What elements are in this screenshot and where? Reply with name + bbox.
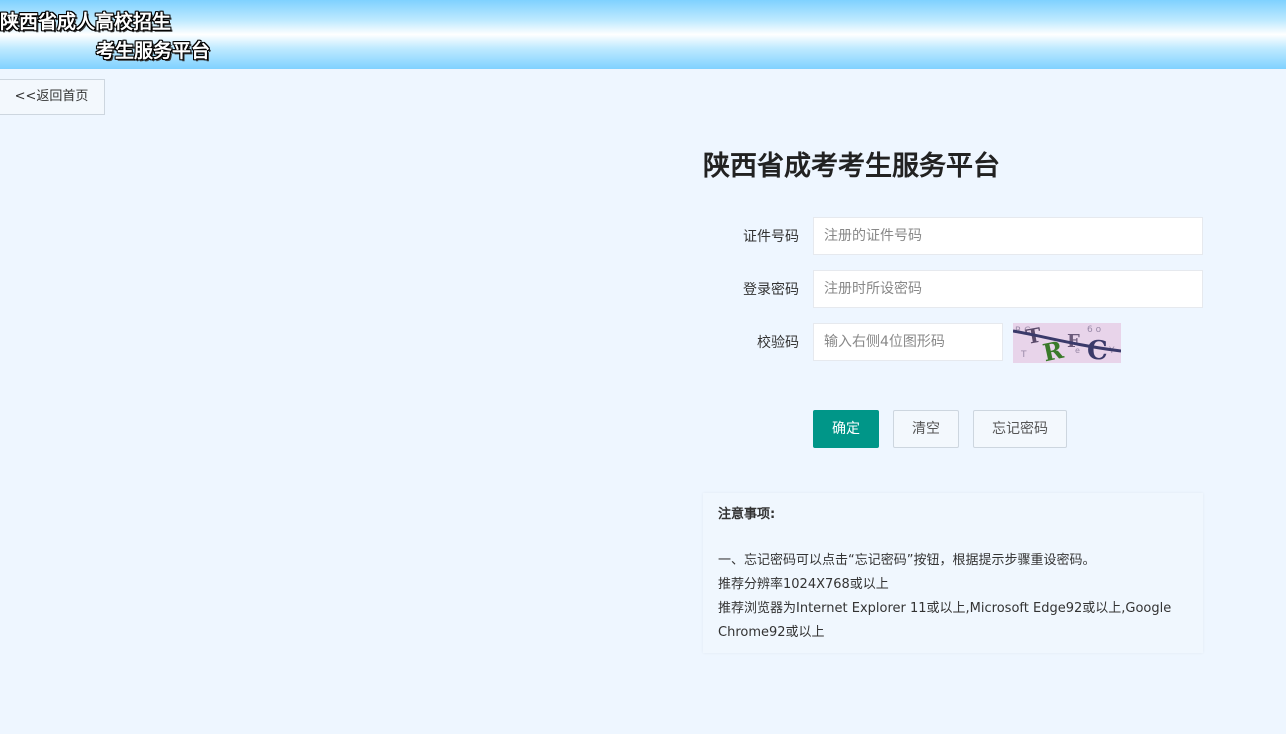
notice-title: 注意事项: (718, 507, 776, 522)
id-number-label: 证件号码 (743, 229, 799, 245)
confirm-button[interactable]: 确定 (813, 410, 879, 448)
svg-text:T: T (1020, 350, 1027, 360)
password-input[interactable] (813, 270, 1203, 308)
notice-line: 推荐浏览器为Internet Explorer 11或以上,Microsoft … (718, 601, 1172, 640)
forgot-password-button[interactable]: 忘记密码 (973, 410, 1067, 448)
id-number-input[interactable] (813, 217, 1203, 255)
captcha-graphic: R C 6 o Y T e T R F C (1013, 323, 1121, 363)
clear-button[interactable]: 清空 (893, 410, 959, 448)
banner-title-line1: 陕西省成人高校招生 (0, 11, 172, 33)
captcha-image[interactable]: R C 6 o Y T e T R F C (1013, 323, 1121, 363)
captcha-label: 校验码 (757, 335, 799, 351)
banner-title-line2: 考生服务平台 (96, 40, 211, 62)
svg-text:6 o: 6 o (1087, 325, 1102, 335)
header-banner: 陕西省成人高校招生 考生服务平台 (0, 0, 1286, 69)
notice-box: 注意事项: 一、忘记密码可以点击“忘记密码”按钮，根据提示步骤重设密码。 推荐分… (703, 493, 1203, 653)
page-title: 陕西省成考考生服务平台 (703, 151, 1000, 182)
password-label: 登录密码 (743, 282, 799, 298)
back-home-button[interactable]: <<返回首页 (0, 79, 105, 115)
captcha-input[interactable] (813, 323, 1003, 361)
notice-line: 推荐分辨率1024X768或以上 (718, 577, 889, 592)
notice-line: 一、忘记密码可以点击“忘记密码”按钮，根据提示步骤重设密码。 (718, 553, 1096, 568)
